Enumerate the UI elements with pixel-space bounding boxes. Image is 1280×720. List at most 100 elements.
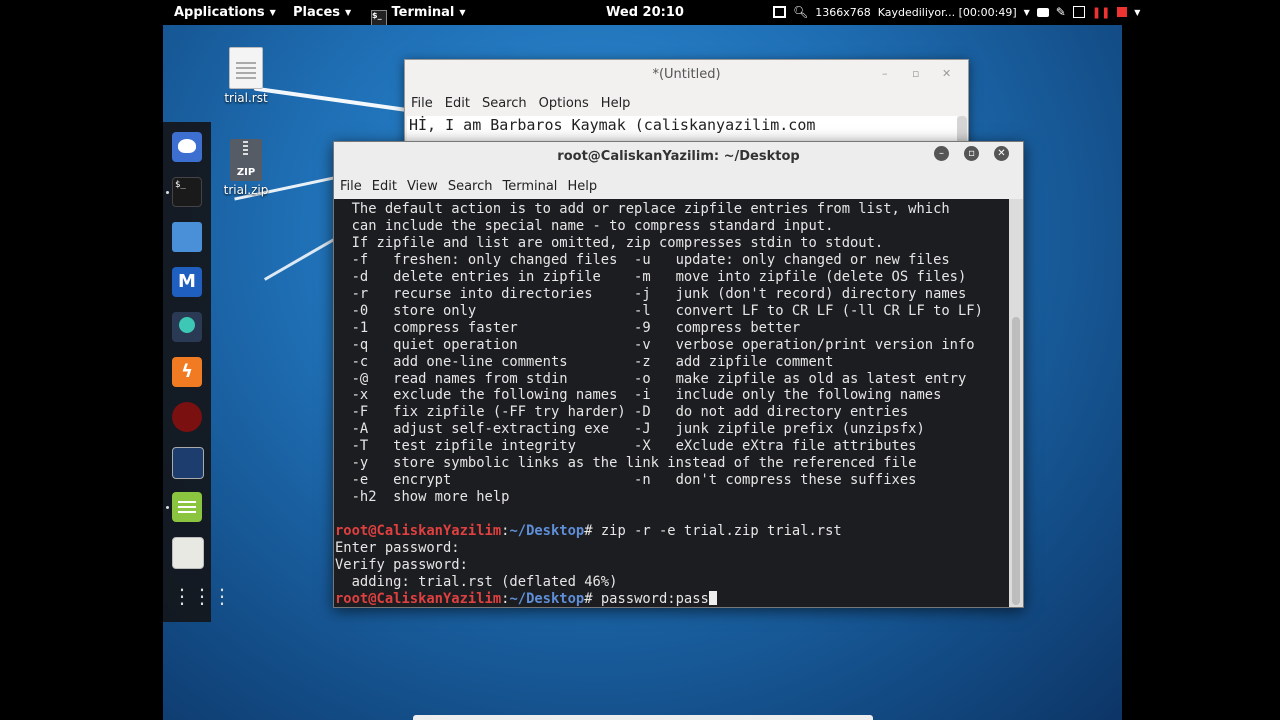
menu-arrow-icon[interactable]: ▼: [1134, 8, 1140, 17]
text-file-icon: [229, 47, 263, 89]
terminal-window: root@CaliskanYazilim: ~/Desktop – ▫ ✕ Fi…: [333, 141, 1024, 608]
help-line: -T test zipfile integrity -X eXclude eXt…: [335, 438, 917, 455]
help-line: The default action is to add or replace …: [335, 201, 950, 217]
top-panel: Applications ▼ Places ▼ $_ Terminal ▼ Wed 2…: [0, 0, 1280, 26]
terminal-app-menu[interactable]: $_ Terminal ▼: [371, 5, 466, 26]
minimize-icon[interactable]: –: [882, 67, 888, 80]
screen-icon[interactable]: [773, 6, 786, 18]
prompt-path: ~/Desktop: [509, 590, 585, 607]
help-line: -x exclude the following names -i includ…: [335, 387, 942, 404]
magnifier-icon[interactable]: 🔍︎: [793, 5, 808, 19]
help-line: -1 compress faster -9 compress better: [335, 319, 801, 336]
pause-icon[interactable]: ❚❚: [1092, 6, 1110, 19]
maximize-icon[interactable]: ▫: [964, 146, 979, 161]
recording-status: Kaydediliyor... [00:00:49]: [877, 5, 1017, 19]
terminal-title: root@CaliskanYazilim: ~/Desktop: [557, 149, 800, 164]
notes-icon[interactable]: [172, 492, 202, 522]
output-line: Enter password:: [335, 540, 460, 557]
calculator-icon[interactable]: [172, 537, 204, 569]
terminal-output: The default action is to add or replace …: [334, 199, 1009, 607]
menu-help[interactable]: Help: [567, 179, 597, 194]
chevron-down-icon: ▼: [459, 8, 466, 17]
help-line: -0 store only -l convert LF to CR LF (-l…: [335, 302, 983, 319]
resolution-label: 1366x768: [815, 5, 871, 19]
output-line: adding: trial.rst (deflated 46%): [335, 573, 618, 590]
terminal-menubar: File Edit View Search Terminal Help: [340, 179, 597, 194]
desktop-file-label: trial.rst: [224, 91, 268, 105]
prompt-end: #: [584, 590, 601, 607]
menu-view[interactable]: View: [407, 179, 438, 194]
folder-icon[interactable]: [172, 222, 202, 252]
text-cursor: [708, 590, 717, 605]
menu-file[interactable]: File: [411, 96, 433, 111]
menu-search[interactable]: Search: [448, 179, 493, 194]
command-line: password:pass: [600, 590, 709, 607]
menu-options[interactable]: Options: [539, 96, 589, 111]
chevron-down-icon: ▼: [269, 8, 276, 17]
desktop-file-trial-zip[interactable]: ZIP trial.zip: [211, 139, 281, 197]
menu-file[interactable]: File: [340, 179, 362, 194]
minimize-icon[interactable]: –: [934, 146, 949, 161]
help-line: -F fix zipfile (-FF try harder) -D do no…: [335, 404, 909, 421]
zip-file-icon: ZIP: [230, 139, 262, 181]
left-letterbox: [0, 25, 163, 720]
applications-label: Applications: [174, 5, 265, 20]
stop-icon[interactable]: [1117, 7, 1128, 17]
help-line: -c add one-line comments -z add zipfile …: [335, 353, 834, 370]
command-line: zip -r -e trial.zip trial.rst: [600, 523, 842, 540]
close-icon[interactable]: ✕: [994, 146, 1009, 161]
output-line: Verify password:: [335, 557, 468, 574]
maximize-icon[interactable]: ▫: [912, 67, 919, 80]
armitage-icon[interactable]: [172, 312, 202, 342]
menu-edit[interactable]: Edit: [372, 179, 397, 194]
scrollbar-thumb[interactable]: [1012, 317, 1020, 605]
zip-badge: ZIP: [236, 167, 256, 178]
chevron-down-icon: ▼: [345, 8, 352, 17]
dropdown-arrow-icon[interactable]: ▼: [1024, 8, 1030, 17]
menu-search[interactable]: Search: [482, 96, 527, 111]
help-line: -e encrypt -n don't compress these suffi…: [335, 472, 917, 489]
burpsuite-icon[interactable]: ϟ: [172, 357, 202, 387]
applications-menu[interactable]: Applications ▼: [174, 5, 276, 20]
editor-menubar: File Edit Search Options Help: [411, 96, 630, 111]
camera-icon[interactable]: [1036, 7, 1049, 17]
terminal-scrollbar[interactable]: [1009, 199, 1023, 607]
prompt-user: root@CaliskanYazilim: [335, 590, 502, 607]
places-label: Places: [293, 5, 341, 20]
help-line: If zipfile and list are omitted, zip com…: [335, 234, 884, 251]
help-line: -@ read names from stdin -o make zipfile…: [335, 370, 967, 387]
terminal-label: Terminal: [391, 5, 455, 20]
help-line: -y store symbolic links as the link inst…: [335, 455, 917, 472]
clock[interactable]: Wed 20:10: [606, 5, 684, 20]
terminal-screen[interactable]: The default action is to add or replace …: [334, 199, 1009, 607]
places-menu[interactable]: Places ▼: [293, 5, 351, 20]
pencil-icon[interactable]: ✎: [1056, 5, 1066, 19]
highlight-icon[interactable]: [1072, 6, 1085, 18]
hacking-tool-icon[interactable]: [172, 447, 204, 479]
desktop-file-label: trial.zip: [223, 183, 269, 197]
help-text: The default action is to add or replace …: [335, 201, 983, 505]
system-tray: 🔍︎ 1366x768 Kaydediliyor... [00:00:49] ▼…: [773, 3, 1140, 21]
favorites-dock: $_ M ϟ ⋮⋮⋮: [163, 122, 232, 622]
terminal-icon[interactable]: $_: [172, 177, 202, 207]
app-grid-icon[interactable]: ⋮⋮⋮: [172, 582, 232, 612]
help-line: -h2 show more help: [335, 489, 510, 506]
menu-terminal[interactable]: Terminal: [502, 179, 557, 194]
help-line: -d delete entries in zipfile -m move int…: [335, 268, 967, 285]
metasploit-icon[interactable]: M: [172, 267, 202, 297]
window-edge-bottom: [413, 715, 873, 720]
terminal-small-icon: $_: [371, 10, 387, 26]
help-line: can include the special name - to compre…: [335, 217, 834, 234]
faraday-icon[interactable]: [172, 402, 202, 432]
help-line: -r recurse into directories -j junk (don…: [335, 285, 967, 302]
close-icon[interactable]: ✕: [942, 67, 951, 80]
desktop-file-trial-rst[interactable]: trial.rst: [211, 47, 281, 105]
prompt-path: ~/Desktop: [509, 523, 585, 540]
menu-edit[interactable]: Edit: [445, 96, 470, 111]
prompt-end: #: [584, 523, 601, 540]
help-line: -f freshen: only changed files -u update…: [335, 251, 950, 268]
bird-icon[interactable]: [172, 132, 202, 162]
menu-help[interactable]: Help: [601, 96, 631, 111]
prompt-user: root@CaliskanYazilim: [335, 523, 502, 540]
help-line: -A adjust self-extracting exe -J junk zi…: [335, 421, 925, 438]
